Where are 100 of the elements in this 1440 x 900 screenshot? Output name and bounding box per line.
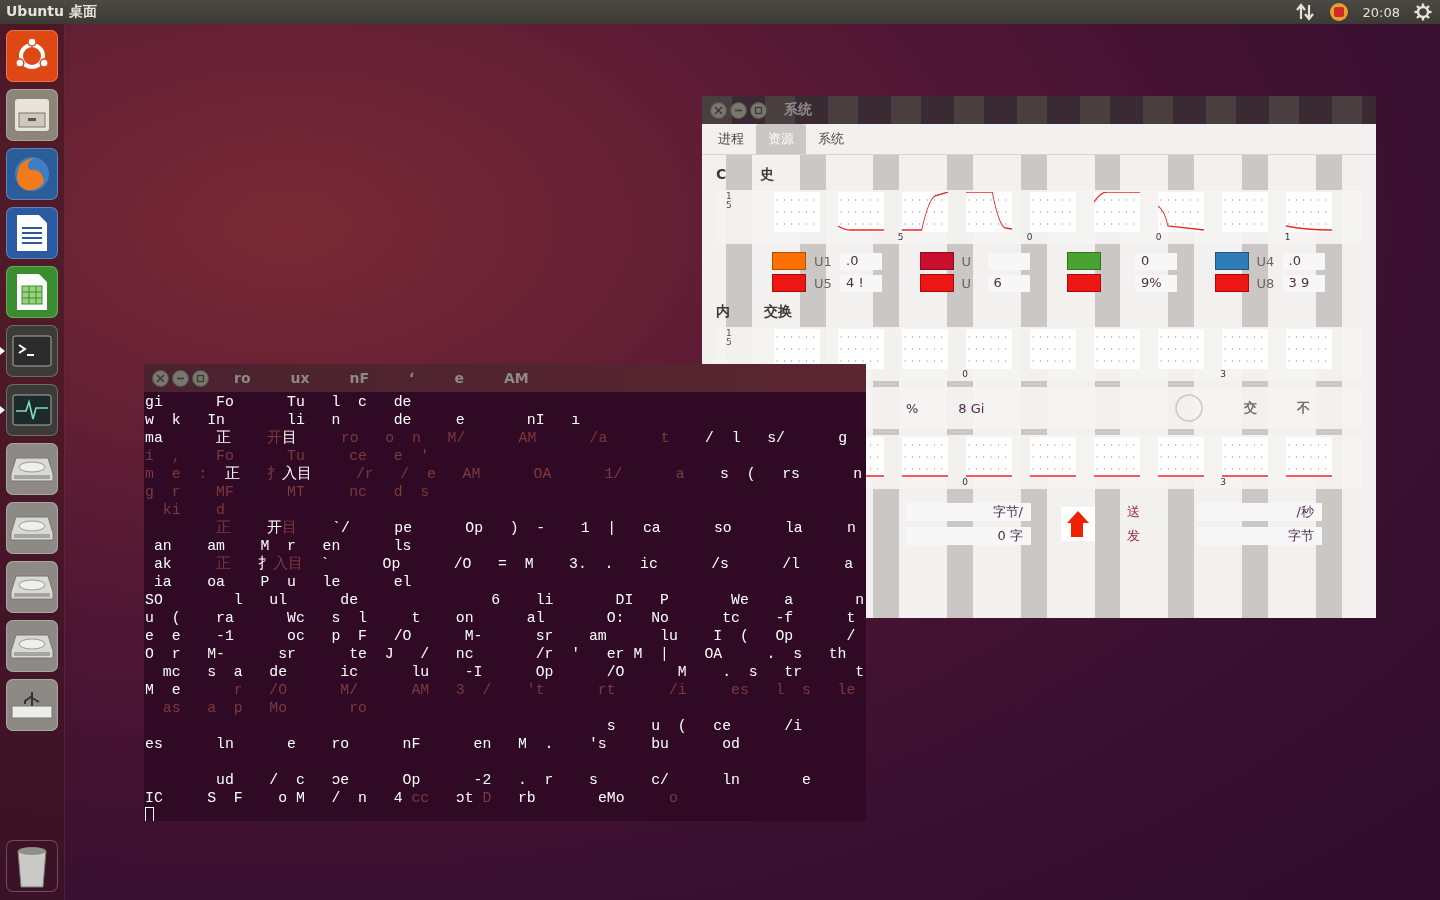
terminal-text: 扌 [256, 556, 273, 572]
axis-label: 0 [1026, 232, 1033, 242]
window-title: ʻ [409, 370, 415, 386]
terminal-text: 入目 [272, 556, 303, 572]
drive-icon [10, 454, 54, 484]
receive-value: 字节/ [906, 503, 1031, 521]
maximize-button[interactable] [750, 101, 767, 119]
minimize-button[interactable] [730, 101, 747, 119]
axis-label: 3 [1220, 369, 1226, 379]
terminal-text: e e -1 oc p F /O M- sr am lu I ( Op / [145, 628, 856, 644]
pulse-chart-icon [12, 394, 52, 426]
terminal-text: cc [411, 790, 430, 806]
terminal-text: 入目 [281, 466, 312, 482]
terminal-text: 正 [215, 556, 232, 572]
spreadsheet-icon [15, 272, 49, 312]
maximize-icon [196, 373, 205, 383]
cpu-label: U8 [1256, 275, 1275, 291]
input-method-icon[interactable] [1328, 2, 1349, 22]
terminal-text: ud / c ɔe Op -2 . r s c/ ln e [215, 772, 811, 788]
terminal-text: /r / e AM OA 1/ a [354, 466, 685, 482]
close-icon [156, 373, 165, 383]
terminal-text: s u ( ce /i [605, 718, 803, 734]
terminal-text: ɔt [454, 790, 475, 806]
close-icon [714, 105, 723, 115]
maximize-button[interactable] [192, 369, 209, 387]
color-swatch[interactable] [919, 274, 954, 292]
cpu-value: .0 [1282, 252, 1325, 270]
launcher-item[interactable] [6, 679, 58, 731]
color-swatch[interactable] [1067, 274, 1101, 292]
color-swatch[interactable] [1214, 252, 1249, 270]
axis-label: 5 [726, 201, 733, 210]
terminal-text: mc s a de ic lu -I Op /O M . s tr t [161, 664, 865, 680]
terminal-text: r /O M/ AM 3 / 't rt /i es l s le [232, 682, 856, 698]
section-heading: 交换 [764, 303, 792, 321]
memory-amount: 8 Gi [958, 400, 985, 416]
terminal-text: s ( rs n [719, 466, 863, 482]
launcher-item[interactable] [6, 207, 58, 259]
terminal-text: m e : [145, 466, 209, 482]
fox-globe-icon [12, 154, 52, 194]
pie-icon [1174, 393, 1205, 423]
axis-label: 0 [962, 369, 968, 379]
terminal-text: 正 [224, 466, 240, 482]
usb-drive-icon [10, 690, 54, 720]
terminal-text: ak [152, 556, 172, 572]
receive-value: 0 字 [906, 527, 1031, 545]
desktop-title: Ubuntu 桌面 [6, 3, 98, 21]
terminal-text: / l s/ g [704, 430, 848, 446]
minimize-button[interactable] [172, 369, 189, 387]
cpu-value: 0 [1135, 252, 1177, 270]
axis-label: 0 [962, 477, 968, 487]
cpu-value: 9% [1135, 274, 1177, 292]
terminal-text: u ( ra Wc s l t on al O: No tc -f t [145, 610, 856, 626]
launcher-item[interactable] [6, 384, 58, 436]
terminal-text: an am M r en ls [152, 538, 412, 554]
network-arrows-icon[interactable] [1294, 3, 1315, 21]
color-swatch[interactable] [1214, 274, 1249, 292]
terminal-text: ia oa P u le el [152, 574, 412, 590]
axis-label: 5 [897, 232, 904, 242]
swap-label: 不 [1297, 399, 1311, 417]
cpu-value: 3 9 [1282, 274, 1325, 292]
document-icon [15, 213, 49, 253]
window-title: nF [349, 370, 370, 386]
terminal-text: es ln e ro nF en M . 's bu od [145, 736, 740, 752]
send-label: 送 [1127, 503, 1141, 521]
close-button[interactable] [710, 101, 727, 119]
launcher-item[interactable] [6, 89, 58, 141]
cpu-label: U [961, 275, 972, 291]
color-swatch[interactable] [772, 252, 806, 270]
terminal-text: 目 [281, 430, 297, 446]
terminal-text: 开 [265, 520, 282, 536]
tab[interactable]: 进程 [706, 124, 756, 154]
terminal-text: ma 正 [145, 430, 232, 446]
terminal-text: g r MF MT nc d s [145, 484, 430, 500]
window-title: 系统 [784, 101, 812, 119]
drive-icon [10, 513, 54, 543]
terminal-text: 扌 [265, 466, 282, 482]
cpu-value: .0 [840, 252, 882, 270]
tab[interactable]: 系统 [806, 124, 856, 154]
terminal-text: as a p Mo ro [161, 700, 367, 716]
axis-label: 0 [1155, 232, 1162, 242]
clock[interactable]: 20:08 [1362, 4, 1400, 20]
color-swatch[interactable] [772, 274, 806, 292]
section-heading: 史 [760, 166, 775, 184]
settings-icon[interactable] [1414, 3, 1432, 21]
terminal-text: 开 [265, 430, 282, 446]
window-title: e [454, 370, 464, 386]
axis-label: 1 [726, 329, 733, 338]
terminal-text: M e [145, 682, 181, 698]
terminal-text: O r M- sr te J / nc /r ' er M | OA . s th [145, 646, 847, 662]
cursor [145, 807, 154, 821]
window-title: ux [290, 370, 310, 386]
color-swatch[interactable] [1067, 252, 1101, 270]
cpu-value: 4 ! [840, 274, 882, 292]
terminal-text: w k In li n de e nI ı [145, 412, 581, 428]
terminal-text: SO l ul de 6 li DI P We a n [145, 592, 865, 608]
close-button[interactable] [152, 369, 169, 387]
terminal-text: rb eMo [516, 790, 625, 806]
cpu-label: U5 [814, 275, 832, 291]
color-swatch[interactable] [919, 252, 954, 270]
terminal-icon [12, 335, 52, 367]
